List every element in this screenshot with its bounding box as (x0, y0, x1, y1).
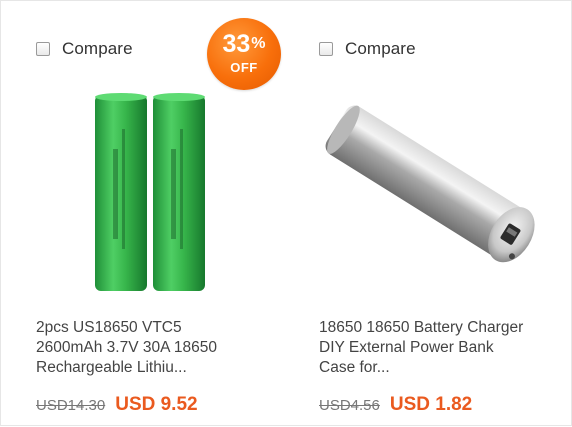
discount-percent-sign: % (251, 35, 266, 52)
product-title-line: 2600mAh 3.7V 30A 18650 (36, 339, 217, 356)
product-title-line: 2pcs US18650 VTC5 (36, 319, 182, 336)
product-card-2: Compare 18650 18650 Battery Charger DIY … (291, 1, 572, 427)
discount-badge: 33% OFF (207, 18, 281, 90)
discount-value: 33 (222, 30, 251, 58)
product-title-line: Rechargeable Lithiu... (36, 359, 187, 376)
sale-price: USD 1.82 (389, 394, 473, 415)
product-title-line: Case for... (319, 359, 390, 376)
compare-checkbox[interactable] (36, 42, 50, 56)
product-title-link[interactable]: 2pcs US18650 VTC5 2600mAh 3.7V 30A 18650… (36, 318, 272, 378)
silver-power-bank-tube-icon[interactable] (319, 91, 551, 283)
original-price: USD4.56 (319, 397, 380, 414)
product-grid: Compare 33% OFF 2pcs US18650 VTC5 2600mA… (0, 0, 572, 426)
sale-price: USD 9.52 (115, 394, 198, 415)
price-row: USD4.56 USD 1.82 (319, 394, 472, 416)
green-18650-battery-pair-icon[interactable] (91, 89, 216, 294)
compare-checkbox[interactable] (319, 42, 333, 56)
product-title-link[interactable]: 18650 18650 Battery Charger DIY External… (319, 318, 559, 378)
discount-off-label: OFF (230, 60, 258, 75)
product-card-1: Compare 33% OFF 2pcs US18650 VTC5 2600mA… (1, 1, 291, 427)
product-title-line: 18650 18650 Battery Charger (319, 319, 524, 336)
compare-toggle[interactable]: Compare (319, 39, 416, 59)
product-title-line: DIY External Power Bank (319, 339, 494, 356)
price-row: USD14.30 USD 9.52 (36, 394, 198, 416)
compare-toggle[interactable]: Compare (36, 39, 133, 59)
compare-label: Compare (62, 39, 133, 58)
original-price: USD14.30 (36, 397, 106, 414)
compare-label: Compare (345, 39, 416, 58)
